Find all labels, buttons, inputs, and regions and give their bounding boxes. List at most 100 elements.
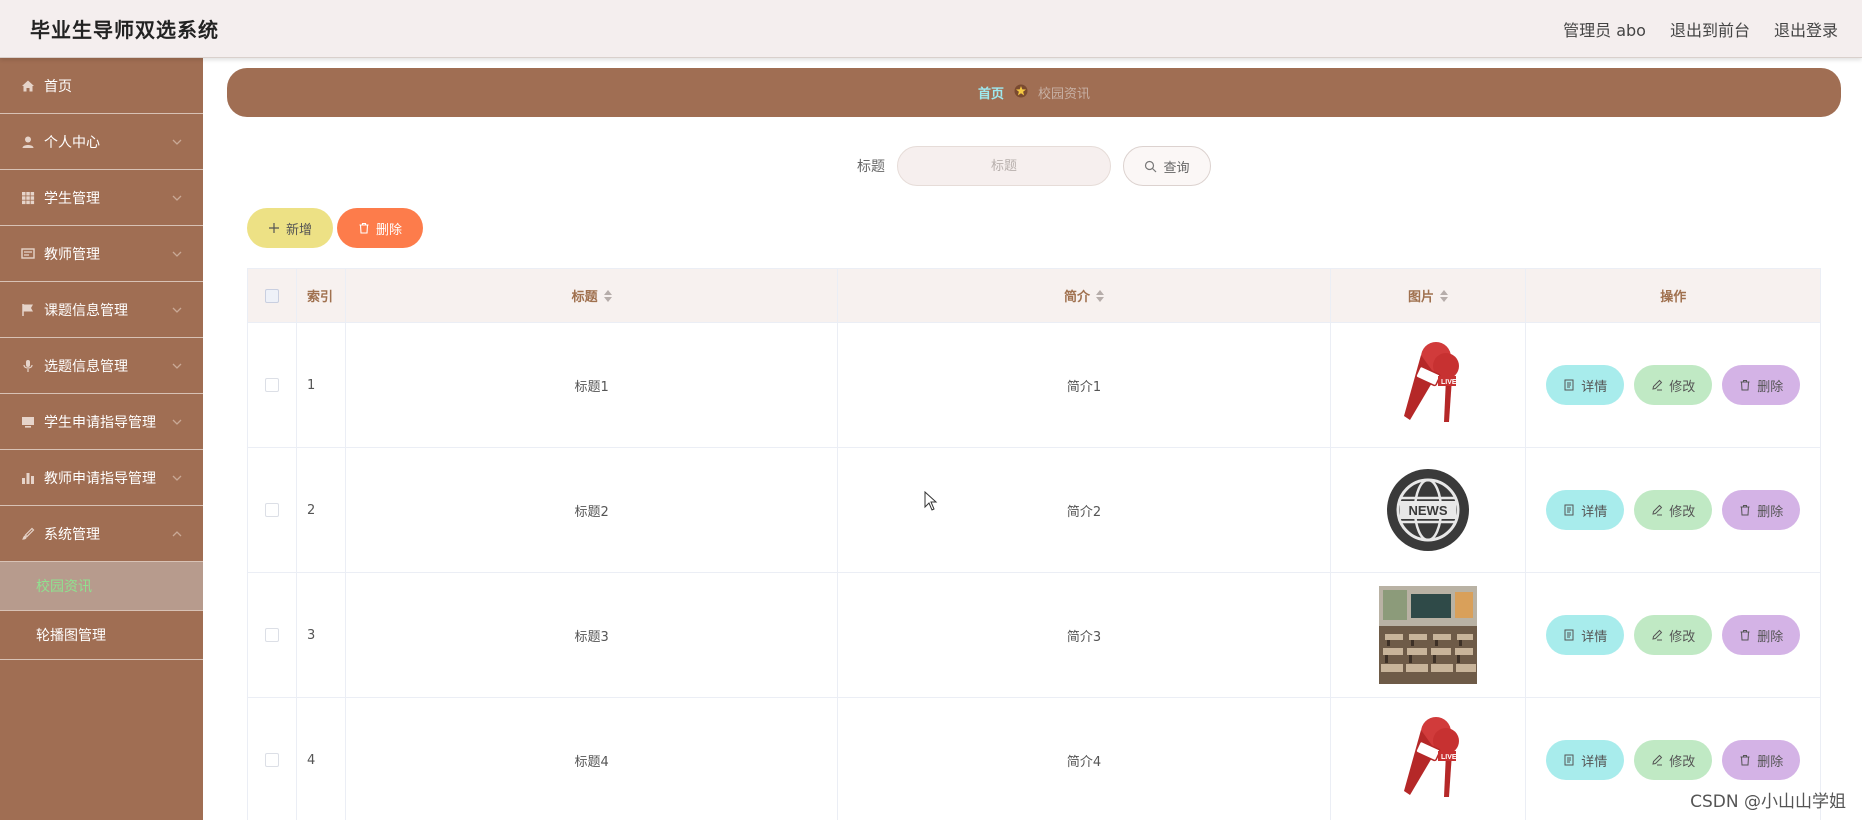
chevron-down-icon [172,419,182,425]
batch-delete-button[interactable]: 删除 [337,208,423,248]
sidebar-item-teacher-management[interactable]: 教师管理 [0,226,203,282]
sidebar-item-topic-info-management[interactable]: 课题信息管理 [0,282,203,338]
sidebar-item-selection-info-management[interactable]: 选题信息管理 [0,338,203,394]
row-checkbox[interactable] [264,378,279,392]
detail-button[interactable]: 详情 [1546,740,1625,780]
add-button[interactable]: 新增 [247,208,333,248]
edit-button[interactable]: 修改 [1634,740,1713,780]
sort-icon[interactable] [1440,289,1449,302]
sidebar-item-label: 个人中心 [44,134,100,151]
header-actions: 管理员 abo 退出到前台 退出登录 [1563,17,1838,41]
trash-icon [1740,380,1750,391]
sidebar-item-label: 首页 [44,78,72,95]
svg-text:LIVE: LIVE [1441,754,1457,761]
detail-button[interactable]: 详情 [1546,615,1625,655]
delete-button[interactable]: 删除 [1722,615,1801,655]
sort-icon[interactable] [1095,289,1104,302]
star-icon [1014,84,1028,102]
mouse-cursor-icon [924,491,938,511]
row-checkbox[interactable] [264,628,279,642]
sidebar-item-label: 学生申请指导管理 [44,414,156,431]
sidebar-item-personal-center[interactable]: 个人中心 [0,114,203,170]
sidebar: 首页 个人中心 学生管理 教师管理 课题信息管理 选题信息管理 学生申请指导管理… [0,58,203,820]
table-row: 4 标题4 简介4 LIVE 详情 修改 删除 [248,698,1820,820]
search-input[interactable] [897,146,1111,186]
chevron-down-icon [172,363,182,369]
chevron-down-icon [172,251,182,257]
flag-icon [20,302,36,318]
delete-button[interactable]: 删除 [1722,490,1801,530]
logout-link[interactable]: 退出登录 [1774,17,1838,41]
sidebar-item-label: 系统管理 [44,526,100,543]
svg-text:NEWS: NEWS [1409,503,1448,518]
row-index: 4 [297,698,346,820]
watermark: CSDN @小山山学姐 [1690,792,1846,812]
sidebar-item-student-apply-guidance[interactable]: 学生申请指导管理 [0,394,203,450]
chevron-down-icon [172,307,182,313]
row-intro: 简介2 [838,448,1331,572]
edit-button[interactable]: 修改 [1634,365,1713,405]
live-microphone-image: LIVE [1378,335,1478,435]
delete-button[interactable]: 删除 [1722,740,1801,780]
trash-icon [1740,755,1750,766]
sidebar-item-label: 教师申请指导管理 [44,470,156,487]
grid-icon [20,190,36,206]
home-icon [20,78,36,94]
row-index: 2 [297,448,346,572]
bar-chart-icon [20,470,36,486]
action-buttons: 新增 删除 [247,208,423,248]
column-header-ops: 操作 [1660,290,1687,305]
sidebar-item-teacher-apply-guidance[interactable]: 教师申请指导管理 [0,450,203,506]
breadcrumb: 首页 校园资讯 [227,68,1841,117]
table-row: 3 标题3 简介3 详情 修改 删除 [248,573,1820,698]
row-title: 标题3 [346,573,839,697]
table-header: 索引 标题 简介 图片 操作 [248,269,1820,323]
table-row: 1 标题1 简介1 LIVE 详情 修改 删除 [248,323,1820,448]
trash-icon [1740,505,1750,516]
current-user-label: 管理员 abo [1563,20,1646,40]
news-table: 索引 标题 简介 图片 操作 1 标题1 简介1 LIVE 详情 修改 删除 2… [247,268,1821,820]
delete-button[interactable]: 删除 [1722,365,1801,405]
search-label: 标题 [857,159,885,175]
detail-button[interactable]: 详情 [1546,365,1625,405]
row-title: 标题1 [346,323,839,447]
query-button-label: 查询 [1163,160,1190,176]
edit-button[interactable]: 修改 [1634,615,1713,655]
chevron-up-icon [172,530,182,536]
query-button[interactable]: 查询 [1123,146,1211,186]
top-header: 毕业生导师双选系统 管理员 abo 退出到前台 退出登录 [0,0,1862,58]
column-header-title[interactable]: 标题 [346,269,839,322]
document-icon [1564,754,1574,766]
edit-button[interactable]: 修改 [1634,490,1713,530]
sort-icon[interactable] [603,289,612,302]
trash-icon [359,222,369,234]
brush-icon [20,526,36,542]
row-title: 标题2 [346,448,839,572]
column-header-image[interactable]: 图片 [1331,269,1527,322]
exit-to-frontend-link[interactable]: 退出到前台 [1670,17,1750,41]
live-microphone-image: LIVE [1378,710,1478,810]
row-checkbox[interactable] [264,503,279,517]
select-all-checkbox[interactable] [264,288,279,303]
document-icon [1564,504,1574,516]
row-intro: 简介4 [838,698,1331,820]
edit-icon [1652,379,1663,391]
sidebar-subitem-campus-news[interactable]: 校园资讯 [0,562,203,611]
sidebar-subitem-carousel-management[interactable]: 轮播图管理 [0,611,203,660]
sidebar-item-student-management[interactable]: 学生管理 [0,170,203,226]
row-checkbox[interactable] [264,753,279,767]
message-icon [20,246,36,262]
batch-delete-label: 删除 [375,222,402,238]
sidebar-item-home[interactable]: 首页 [0,58,203,114]
detail-button[interactable]: 详情 [1546,490,1625,530]
monitor-icon [20,414,36,430]
edit-icon [1652,504,1663,516]
row-intro: 简介3 [838,573,1331,697]
column-header-intro[interactable]: 简介 [838,269,1331,322]
edit-icon [1652,754,1663,766]
sidebar-item-system-management[interactable]: 系统管理 [0,506,203,562]
sidebar-item-label: 课题信息管理 [44,302,128,319]
plus-icon [268,223,279,233]
chevron-down-icon [172,195,182,201]
breadcrumb-home[interactable]: 首页 [978,83,1004,102]
